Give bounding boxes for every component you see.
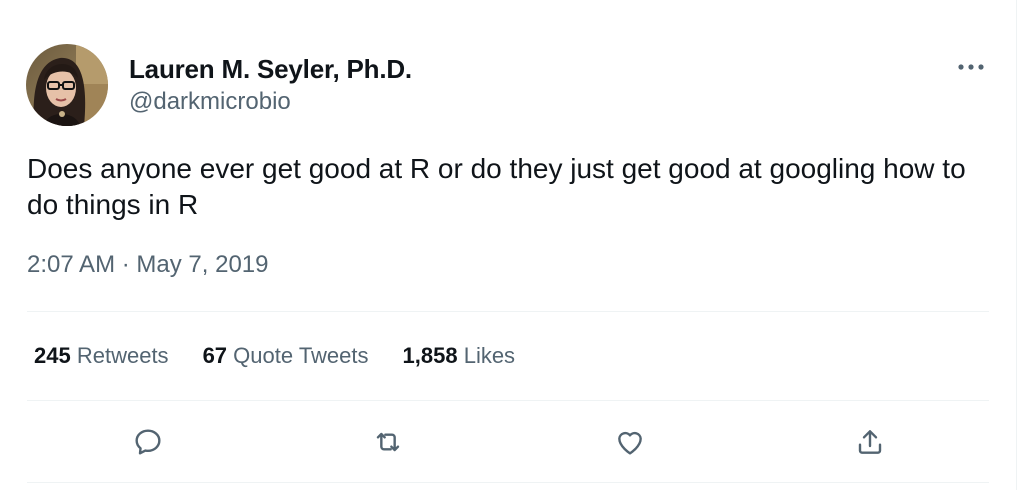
likes-count: 1,858 (402, 343, 458, 368)
quotes-label: Quote Tweets (233, 343, 369, 368)
retweets-label: Retweets (76, 343, 169, 368)
heart-icon (618, 431, 642, 455)
avatar-image (26, 44, 108, 126)
quote-tweets-stat[interactable]: 67 Quote Tweets (203, 341, 369, 371)
tweet-actions (26, 420, 990, 464)
more-horizontal-icon (958, 64, 984, 70)
tweet-date[interactable]: May 7, 2019 (136, 251, 268, 278)
panel-border (1016, 0, 1017, 490)
like-button[interactable] (608, 420, 652, 464)
author-names: Lauren M. Seyler, Ph.D. @darkmicrobio (129, 54, 412, 117)
divider-bottom (27, 482, 989, 483)
reply-button[interactable] (126, 420, 170, 464)
likes-stat[interactable]: 1,858 Likes (403, 341, 516, 371)
author-display-name[interactable]: Lauren M. Seyler, Ph.D. (129, 54, 412, 84)
share-button[interactable] (848, 420, 892, 464)
divider-top (27, 311, 989, 312)
tweet-detail: Lauren M. Seyler, Ph.D. @darkmicrobio Do… (0, 0, 1016, 490)
share-upload-icon (858, 430, 882, 454)
tweet-time[interactable]: 2:07 AM (27, 251, 115, 278)
retweets-stat[interactable]: 245 Retweets (34, 341, 169, 371)
reply-bubble-icon (135, 429, 161, 455)
tweet-text: Does anyone ever get good at R or do the… (27, 153, 966, 220)
timestamp-separator: · (121, 251, 130, 278)
retweet-button[interactable] (366, 420, 410, 464)
avatar[interactable] (26, 44, 108, 126)
tweet-header: Lauren M. Seyler, Ph.D. @darkmicrobio (26, 44, 990, 126)
more-options-button[interactable] (954, 54, 988, 80)
retweet-arrows-icon (376, 432, 400, 452)
quotes-count: 67 (202, 343, 228, 368)
tweet-timestamp: 2:07 AM · May 7, 2019 (27, 250, 269, 280)
author-handle[interactable]: @darkmicrobio (129, 87, 412, 117)
retweets-count: 245 (34, 343, 71, 368)
tweet-stats: 245 Retweets 67 Quote Tweets 1,858 Likes (34, 341, 549, 371)
divider-middle (27, 400, 989, 401)
likes-label: Likes (463, 343, 516, 368)
